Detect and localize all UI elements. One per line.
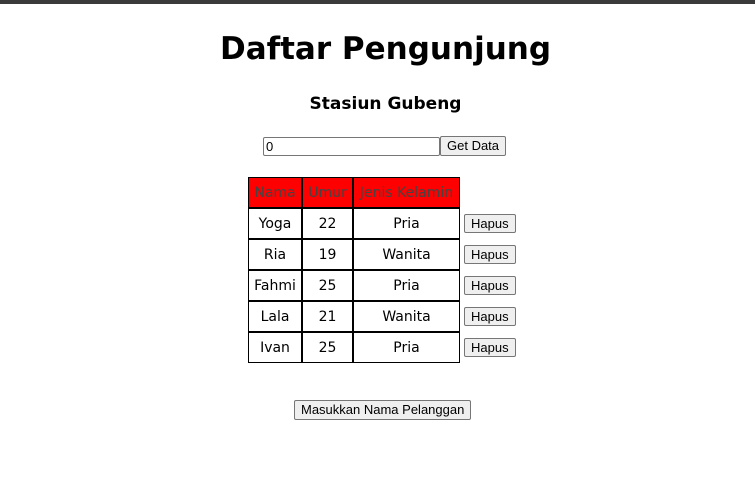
cell-nama: Ivan [248,332,302,363]
get-data-button[interactable]: Get Data [440,136,507,156]
cell-umur: 19 [302,239,353,270]
cell-action: Hapus [460,270,520,301]
table-row: Ivan 25 Pria Hapus [248,332,520,363]
get-data-form: Get Data [263,136,507,156]
table-row: Lala 21 Wanita Hapus [248,301,520,332]
cell-action: Hapus [460,239,520,270]
table-header-row: Nama Umur Jenis Kelamin [248,177,520,208]
cell-umur: 25 [302,270,353,301]
table-row: Ria 19 Wanita Hapus [248,239,520,270]
delete-button[interactable]: Hapus [464,245,516,264]
add-customer-button[interactable]: Masukkan Nama Pelanggan [294,400,472,420]
column-header-nama: Nama [248,177,302,208]
delete-button[interactable]: Hapus [464,276,516,295]
cell-jenis-kelamin: Wanita [353,301,460,332]
cell-umur: 25 [302,332,353,363]
cell-action: Hapus [460,332,520,363]
cell-jenis-kelamin: Pria [353,208,460,239]
id-input[interactable] [263,136,440,156]
page-subtitle: Stasiun Gubeng [309,94,462,114]
table-row: Fahmi 25 Pria Hapus [248,270,520,301]
delete-button[interactable]: Hapus [464,214,516,233]
cell-jenis-kelamin: Pria [353,332,460,363]
column-header-umur: Umur [302,177,353,208]
cell-jenis-kelamin: Wanita [353,239,460,270]
visitor-table: Nama Umur Jenis Kelamin Yoga 22 Pria Hap… [248,177,520,363]
cell-nama: Yoga [248,208,302,239]
cell-umur: 21 [302,301,353,332]
table-row: Yoga 22 Pria Hapus [248,208,520,239]
cell-nama: Lala [248,301,302,332]
cell-umur: 22 [302,208,353,239]
delete-button[interactable]: Hapus [464,307,516,326]
cell-action: Hapus [460,208,520,239]
cell-jenis-kelamin: Pria [353,270,460,301]
cell-nama: Fahmi [248,270,302,301]
cell-nama: Ria [248,239,302,270]
page-title: Daftar Pengunjung [219,31,552,67]
browser-top-bar [0,0,755,4]
delete-button[interactable]: Hapus [464,338,516,357]
column-header-jenis-kelamin: Jenis Kelamin [353,177,460,208]
cell-action: Hapus [460,301,520,332]
